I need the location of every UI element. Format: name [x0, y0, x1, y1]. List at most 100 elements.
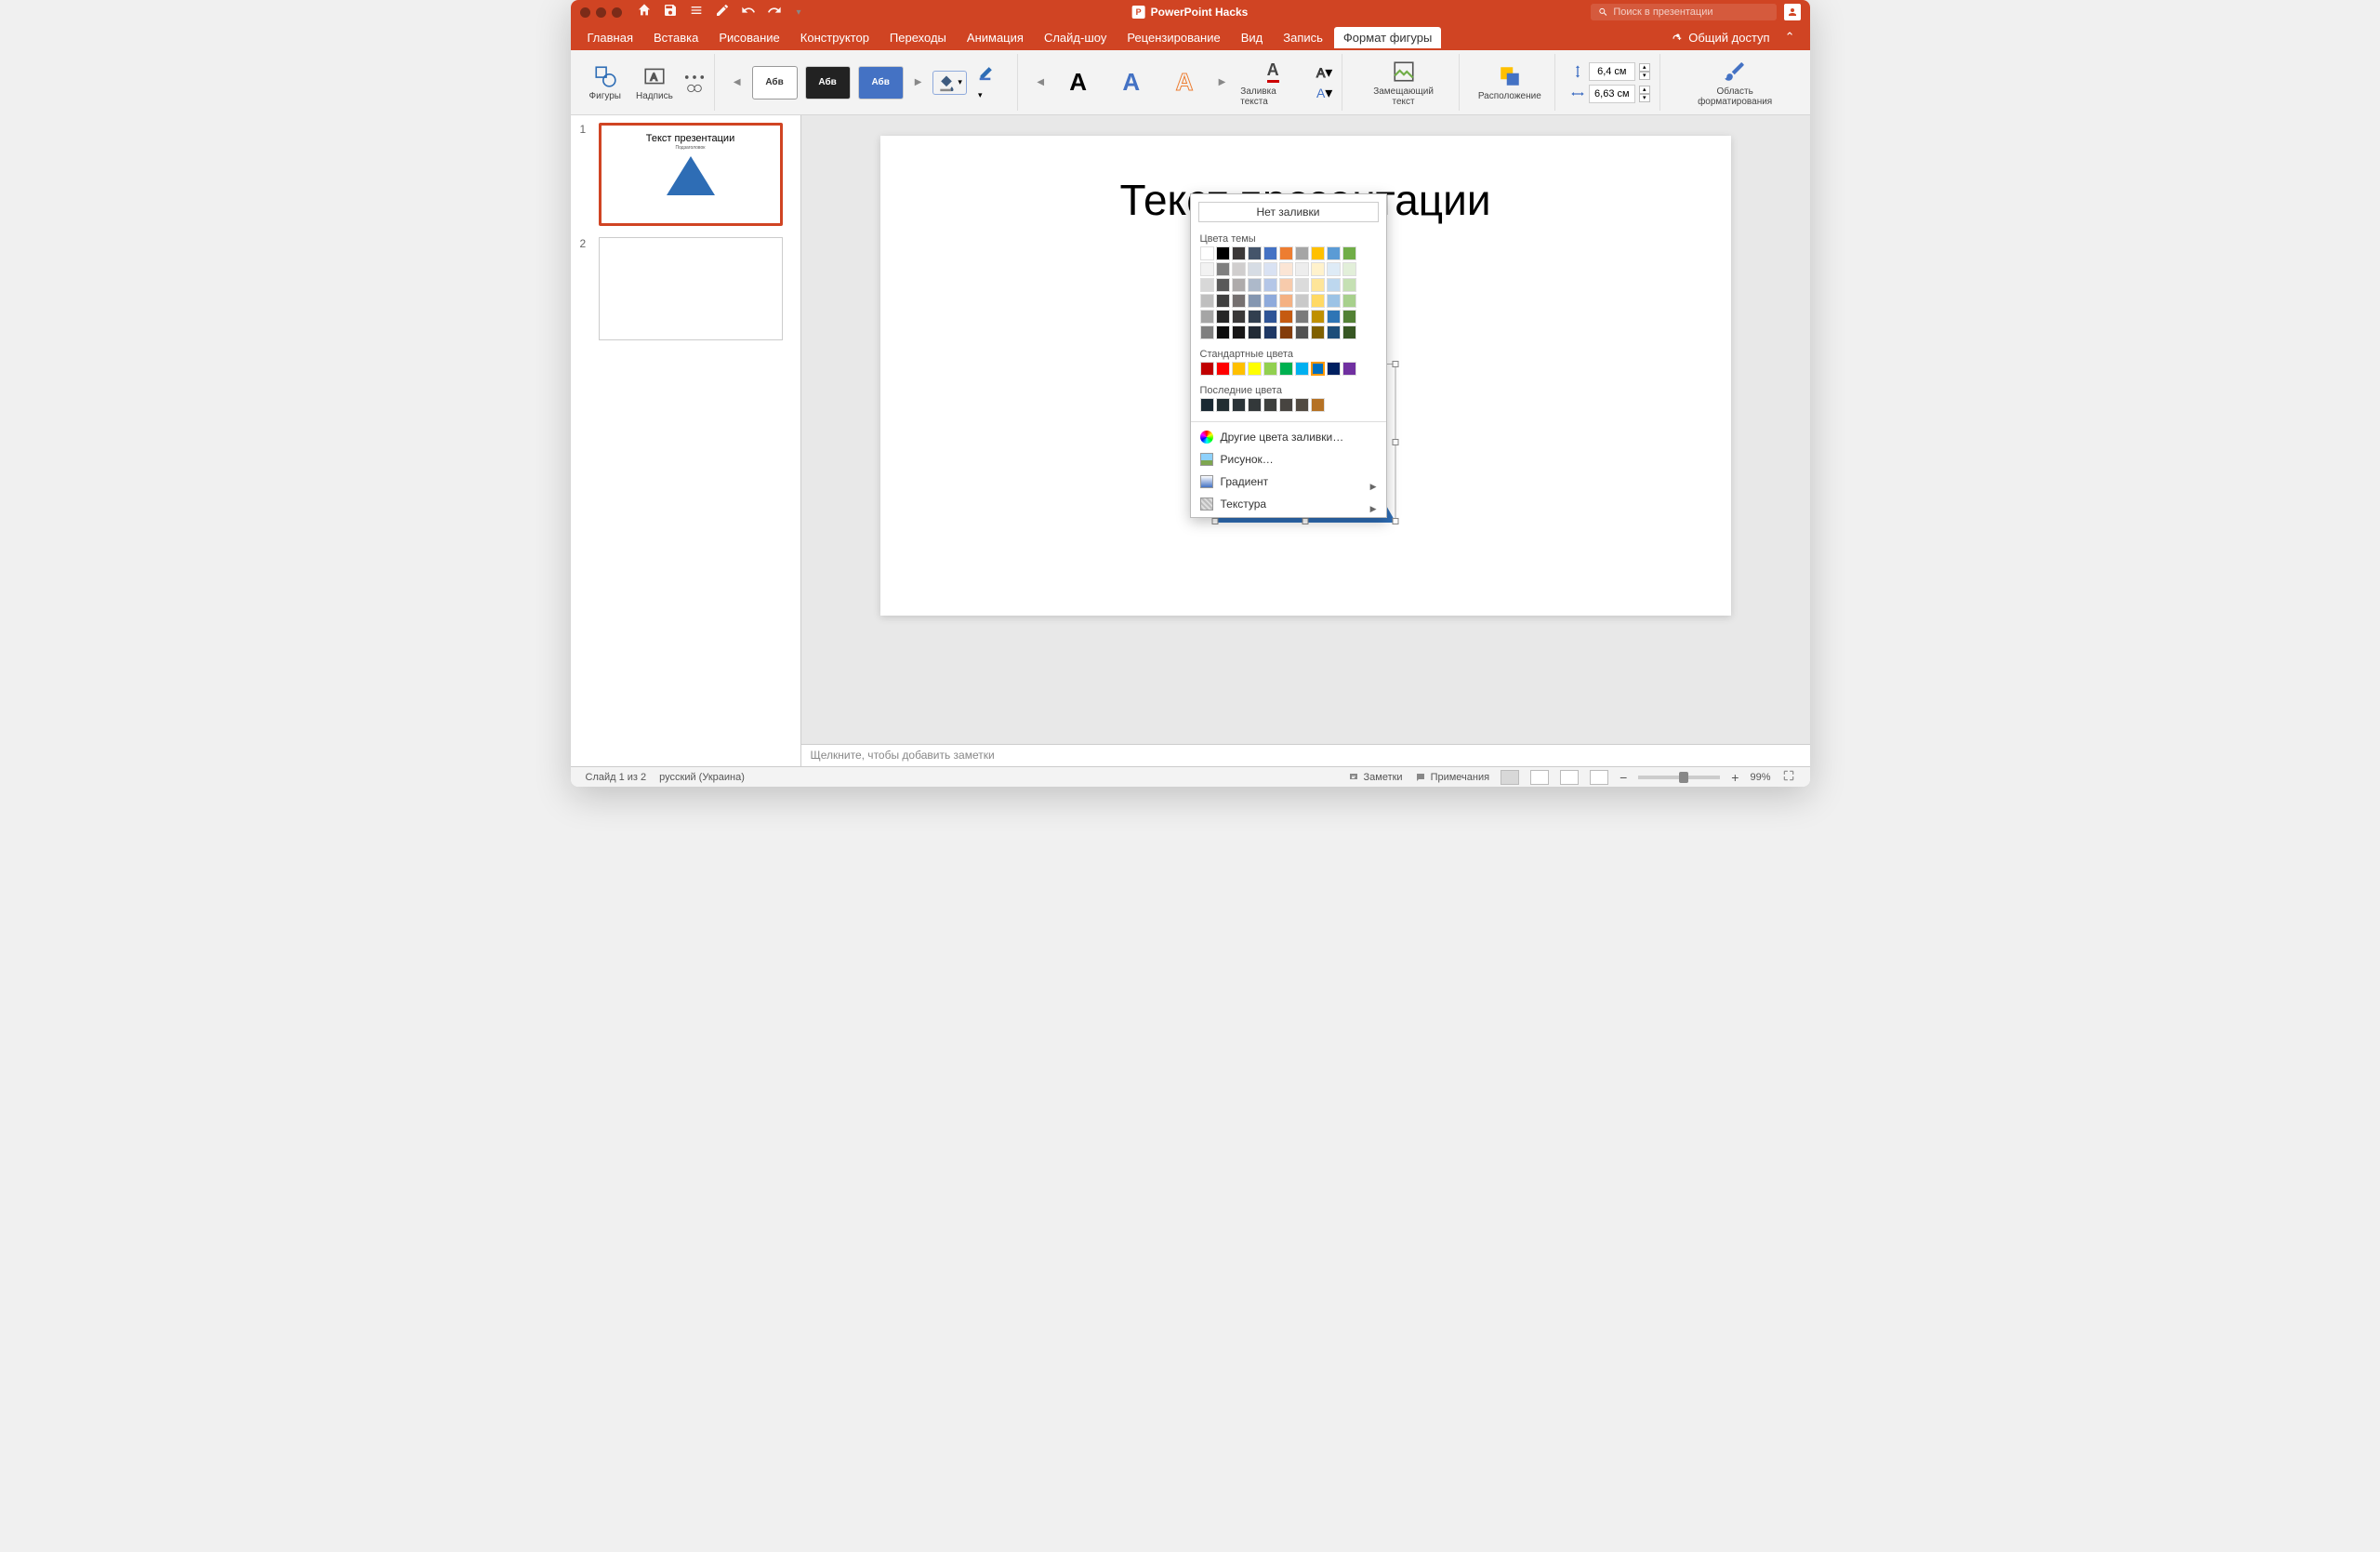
- notes-toggle[interactable]: Заметки: [1347, 772, 1403, 783]
- shape-style-3[interactable]: Абв: [858, 66, 904, 99]
- color-swatch[interactable]: [1200, 278, 1214, 292]
- arrange-button[interactable]: Расположение: [1474, 61, 1545, 103]
- color-swatch[interactable]: [1327, 246, 1341, 260]
- no-fill-button[interactable]: Нет заливки: [1198, 202, 1379, 222]
- tab-рисование[interactable]: Рисование: [709, 27, 788, 48]
- language-indicator[interactable]: русский (Украина): [659, 772, 745, 783]
- color-swatch[interactable]: [1216, 294, 1230, 308]
- color-swatch[interactable]: [1200, 310, 1214, 324]
- reading-view-button[interactable]: [1560, 770, 1579, 785]
- color-swatch[interactable]: [1232, 362, 1246, 376]
- color-swatch[interactable]: [1311, 398, 1325, 412]
- color-swatch[interactable]: [1295, 398, 1309, 412]
- color-swatch[interactable]: [1248, 310, 1262, 324]
- shape-fill-button[interactable]: ▾: [932, 71, 967, 95]
- close-button[interactable]: [580, 7, 590, 18]
- color-swatch[interactable]: [1327, 278, 1341, 292]
- wordart-next-icon[interactable]: ▶: [1215, 77, 1230, 87]
- gradient-fill-item[interactable]: Градиент: [1191, 471, 1386, 493]
- normal-view-button[interactable]: [1501, 770, 1519, 785]
- slide-thumbnail[interactable]: Текст презентацииПодзаголовок: [599, 123, 783, 226]
- height-up[interactable]: ▴: [1639, 63, 1650, 72]
- color-swatch[interactable]: [1200, 325, 1214, 339]
- color-swatch[interactable]: [1279, 262, 1293, 276]
- color-swatch[interactable]: [1200, 262, 1214, 276]
- color-swatch[interactable]: [1216, 362, 1230, 376]
- color-swatch[interactable]: [1311, 262, 1325, 276]
- color-swatch[interactable]: [1232, 325, 1246, 339]
- color-swatch[interactable]: [1263, 310, 1277, 324]
- sorter-view-button[interactable]: [1530, 770, 1549, 785]
- color-swatch[interactable]: [1232, 294, 1246, 308]
- color-swatch[interactable]: [1263, 262, 1277, 276]
- format-pane-button[interactable]: Область форматирования: [1675, 57, 1795, 109]
- color-swatch[interactable]: [1216, 262, 1230, 276]
- resize-handle-tr[interactable]: [1393, 361, 1399, 367]
- color-swatch[interactable]: [1342, 294, 1356, 308]
- wordart-style-1[interactable]: А: [1055, 66, 1101, 99]
- color-swatch[interactable]: [1279, 278, 1293, 292]
- more-colors-item[interactable]: Другие цвета заливки…: [1191, 426, 1386, 448]
- save-icon[interactable]: [663, 3, 678, 22]
- styles-prev-icon[interactable]: ◀: [730, 77, 745, 87]
- color-swatch[interactable]: [1342, 278, 1356, 292]
- color-swatch[interactable]: [1342, 325, 1356, 339]
- zoom-level[interactable]: 99%: [1750, 772, 1770, 783]
- color-swatch[interactable]: [1248, 325, 1262, 339]
- color-swatch[interactable]: [1263, 362, 1277, 376]
- tab-конструктор[interactable]: Конструктор: [791, 27, 879, 48]
- color-swatch[interactable]: [1232, 278, 1246, 292]
- color-swatch[interactable]: [1295, 294, 1309, 308]
- shape-outline-button[interactable]: ▾: [974, 60, 1008, 104]
- texture-fill-item[interactable]: Текстура: [1191, 493, 1386, 515]
- color-swatch[interactable]: [1295, 246, 1309, 260]
- tab-главная[interactable]: Главная: [578, 27, 642, 48]
- color-swatch[interactable]: [1279, 246, 1293, 260]
- color-swatch[interactable]: [1295, 362, 1309, 376]
- maximize-button[interactable]: [612, 7, 622, 18]
- color-swatch[interactable]: [1232, 262, 1246, 276]
- collapse-ribbon-icon[interactable]: ⌃: [1778, 30, 1803, 45]
- tab-слайд-шоу[interactable]: Слайд-шоу: [1035, 27, 1116, 48]
- color-swatch[interactable]: [1248, 278, 1262, 292]
- color-swatch[interactable]: [1311, 278, 1325, 292]
- undo-icon[interactable]: [741, 3, 756, 22]
- color-swatch[interactable]: [1327, 294, 1341, 308]
- notes-pane[interactable]: Щелкните, чтобы добавить заметки: [801, 744, 1810, 766]
- color-swatch[interactable]: [1342, 362, 1356, 376]
- color-swatch[interactable]: [1216, 310, 1230, 324]
- shape-style-1[interactable]: Абв: [752, 66, 798, 99]
- fit-to-window-button[interactable]: [1782, 769, 1795, 785]
- tab-формат-фигуры[interactable]: Формат фигуры: [1334, 27, 1441, 48]
- tab-переходы[interactable]: Переходы: [880, 27, 956, 48]
- tab-рецензирование[interactable]: Рецензирование: [1117, 27, 1229, 48]
- shapes-button[interactable]: Фигуры: [586, 61, 625, 103]
- share-button[interactable]: Общий доступ: [1670, 31, 1777, 45]
- color-swatch[interactable]: [1279, 294, 1293, 308]
- color-swatch[interactable]: [1263, 294, 1277, 308]
- color-swatch[interactable]: [1295, 262, 1309, 276]
- canvas[interactable]: Текст презентации Подзаголовок ⟳: [801, 115, 1810, 744]
- color-swatch[interactable]: [1263, 246, 1277, 260]
- height-field[interactable]: ▴▾: [1570, 62, 1650, 81]
- color-swatch[interactable]: [1216, 398, 1230, 412]
- height-down[interactable]: ▾: [1639, 72, 1650, 80]
- textbox-button[interactable]: A Надпись: [632, 61, 677, 103]
- slide-thumbnail[interactable]: [599, 237, 783, 340]
- color-swatch[interactable]: [1263, 398, 1277, 412]
- tab-анимация[interactable]: Анимация: [958, 27, 1033, 48]
- slideshow-view-button[interactable]: [1590, 770, 1608, 785]
- color-swatch[interactable]: [1216, 278, 1230, 292]
- tab-вид[interactable]: Вид: [1232, 27, 1273, 48]
- qa-dropdown-icon[interactable]: ▾: [793, 7, 805, 18]
- color-swatch[interactable]: [1200, 362, 1214, 376]
- color-swatch[interactable]: [1216, 246, 1230, 260]
- color-swatch[interactable]: [1279, 362, 1293, 376]
- color-swatch[interactable]: [1311, 246, 1325, 260]
- wordart-style-3[interactable]: А: [1161, 66, 1207, 99]
- zoom-out-button[interactable]: −: [1620, 770, 1627, 785]
- color-swatch[interactable]: [1248, 362, 1262, 376]
- color-swatch[interactable]: [1200, 398, 1214, 412]
- color-swatch[interactable]: [1327, 325, 1341, 339]
- color-swatch[interactable]: [1279, 325, 1293, 339]
